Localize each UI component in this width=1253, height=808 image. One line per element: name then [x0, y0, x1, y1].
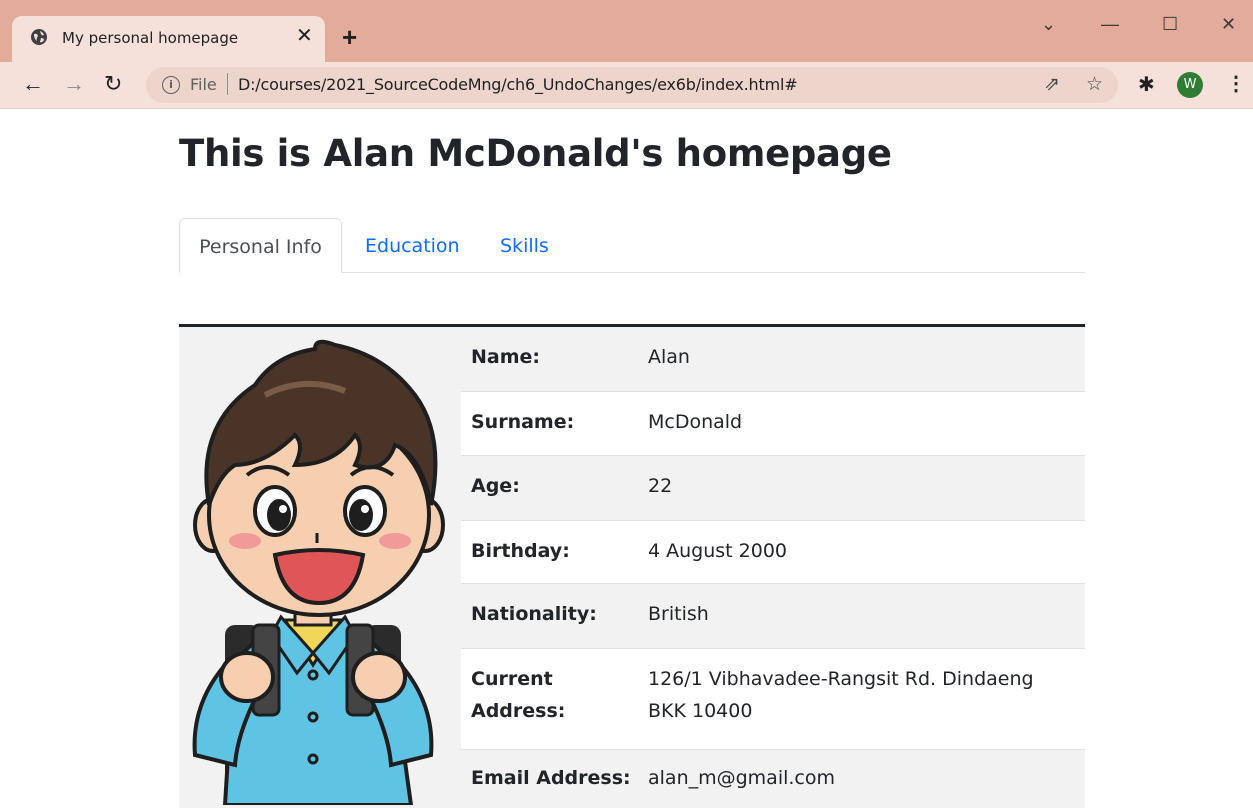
profile-avatar[interactable]: W: [1177, 72, 1203, 98]
more-menu-icon[interactable]: ⋮: [1226, 71, 1246, 96]
profile-cartoon-image: [192, 339, 445, 805]
maximize-icon[interactable]: ☐: [1162, 14, 1178, 34]
reload-icon[interactable]: ↻: [104, 71, 122, 97]
info-row-email: Email Address: alan_m@gmail.com: [461, 750, 1085, 808]
info-label: Nationality:: [471, 603, 597, 625]
share-icon[interactable]: ⇗: [1044, 73, 1060, 97]
globe-icon: [31, 29, 47, 45]
browser-toolbar: ← → ↻ i File D:/courses/2021_SourceCodeM…: [0, 62, 1253, 109]
url-scheme: File: [190, 75, 217, 94]
extensions-puzzle-icon[interactable]: ✱: [1138, 72, 1155, 97]
info-row-age: Age: 22: [461, 456, 1085, 521]
info-value: alan_m@gmail.com: [648, 767, 836, 789]
info-value: McDonald: [648, 411, 743, 433]
forward-icon[interactable]: →: [63, 71, 85, 97]
section-tabs: Personal Info Education Skills: [179, 218, 1085, 273]
info-label: Current Address:: [471, 668, 566, 722]
info-rows: Name: Alan Surname: McDonald Age: 22 Bir…: [461, 327, 1085, 808]
back-icon[interactable]: ←: [22, 71, 44, 97]
minimize-icon[interactable]: —: [1101, 14, 1119, 34]
info-label: Surname:: [471, 411, 575, 433]
info-row-address: Current Address: 126/1 Vibhavadee-Rangsi…: [461, 649, 1085, 750]
info-label: Age:: [471, 475, 520, 497]
info-value: 126/1 Vibhavadee-Rangsit Rd. Dindaeng BK…: [648, 668, 1034, 722]
info-row-birthday: Birthday: 4 August 2000: [461, 521, 1085, 584]
info-label: Email Address:: [471, 767, 631, 789]
url-text[interactable]: D:/courses/2021_SourceCodeMng/ch6_UndoCh…: [238, 75, 798, 94]
tab-education[interactable]: Education: [365, 218, 460, 272]
info-row-nationality: Nationality: British: [461, 584, 1085, 649]
profile-photo-cell: [179, 327, 461, 808]
tab-skills[interactable]: Skills: [500, 218, 549, 272]
url-divider: [227, 73, 228, 95]
bookmark-star-icon[interactable]: ☆: [1086, 73, 1103, 97]
new-tab-icon[interactable]: +: [342, 22, 357, 52]
close-tab-icon[interactable]: ✕: [296, 25, 313, 47]
browser-tab[interactable]: My personal homepage ✕: [12, 16, 325, 62]
page-title: This is Alan McDonald's homepage: [179, 132, 892, 175]
info-row-name: Name: Alan: [461, 327, 1085, 392]
tab-personal-info[interactable]: Personal Info: [179, 218, 342, 273]
info-value: Alan: [648, 346, 690, 368]
info-value: 22: [648, 475, 673, 497]
info-label: Name:: [471, 346, 541, 368]
personal-info-table: Name: Alan Surname: McDonald Age: 22 Bir…: [179, 324, 1085, 808]
tab-title: My personal homepage: [62, 29, 239, 47]
browser-titlebar: My personal homepage ✕ + ⌄ — ☐ ✕: [0, 0, 1253, 62]
close-window-icon[interactable]: ✕: [1221, 14, 1236, 34]
info-row-surname: Surname: McDonald: [461, 392, 1085, 456]
info-label: Birthday:: [471, 540, 570, 562]
address-bar[interactable]: i File D:/courses/2021_SourceCodeMng/ch6…: [146, 67, 1118, 103]
info-icon[interactable]: i: [162, 76, 180, 94]
info-value: 4 August 2000: [648, 540, 788, 562]
info-value: British: [648, 603, 709, 625]
tab-search-icon[interactable]: ⌄: [1041, 14, 1056, 34]
